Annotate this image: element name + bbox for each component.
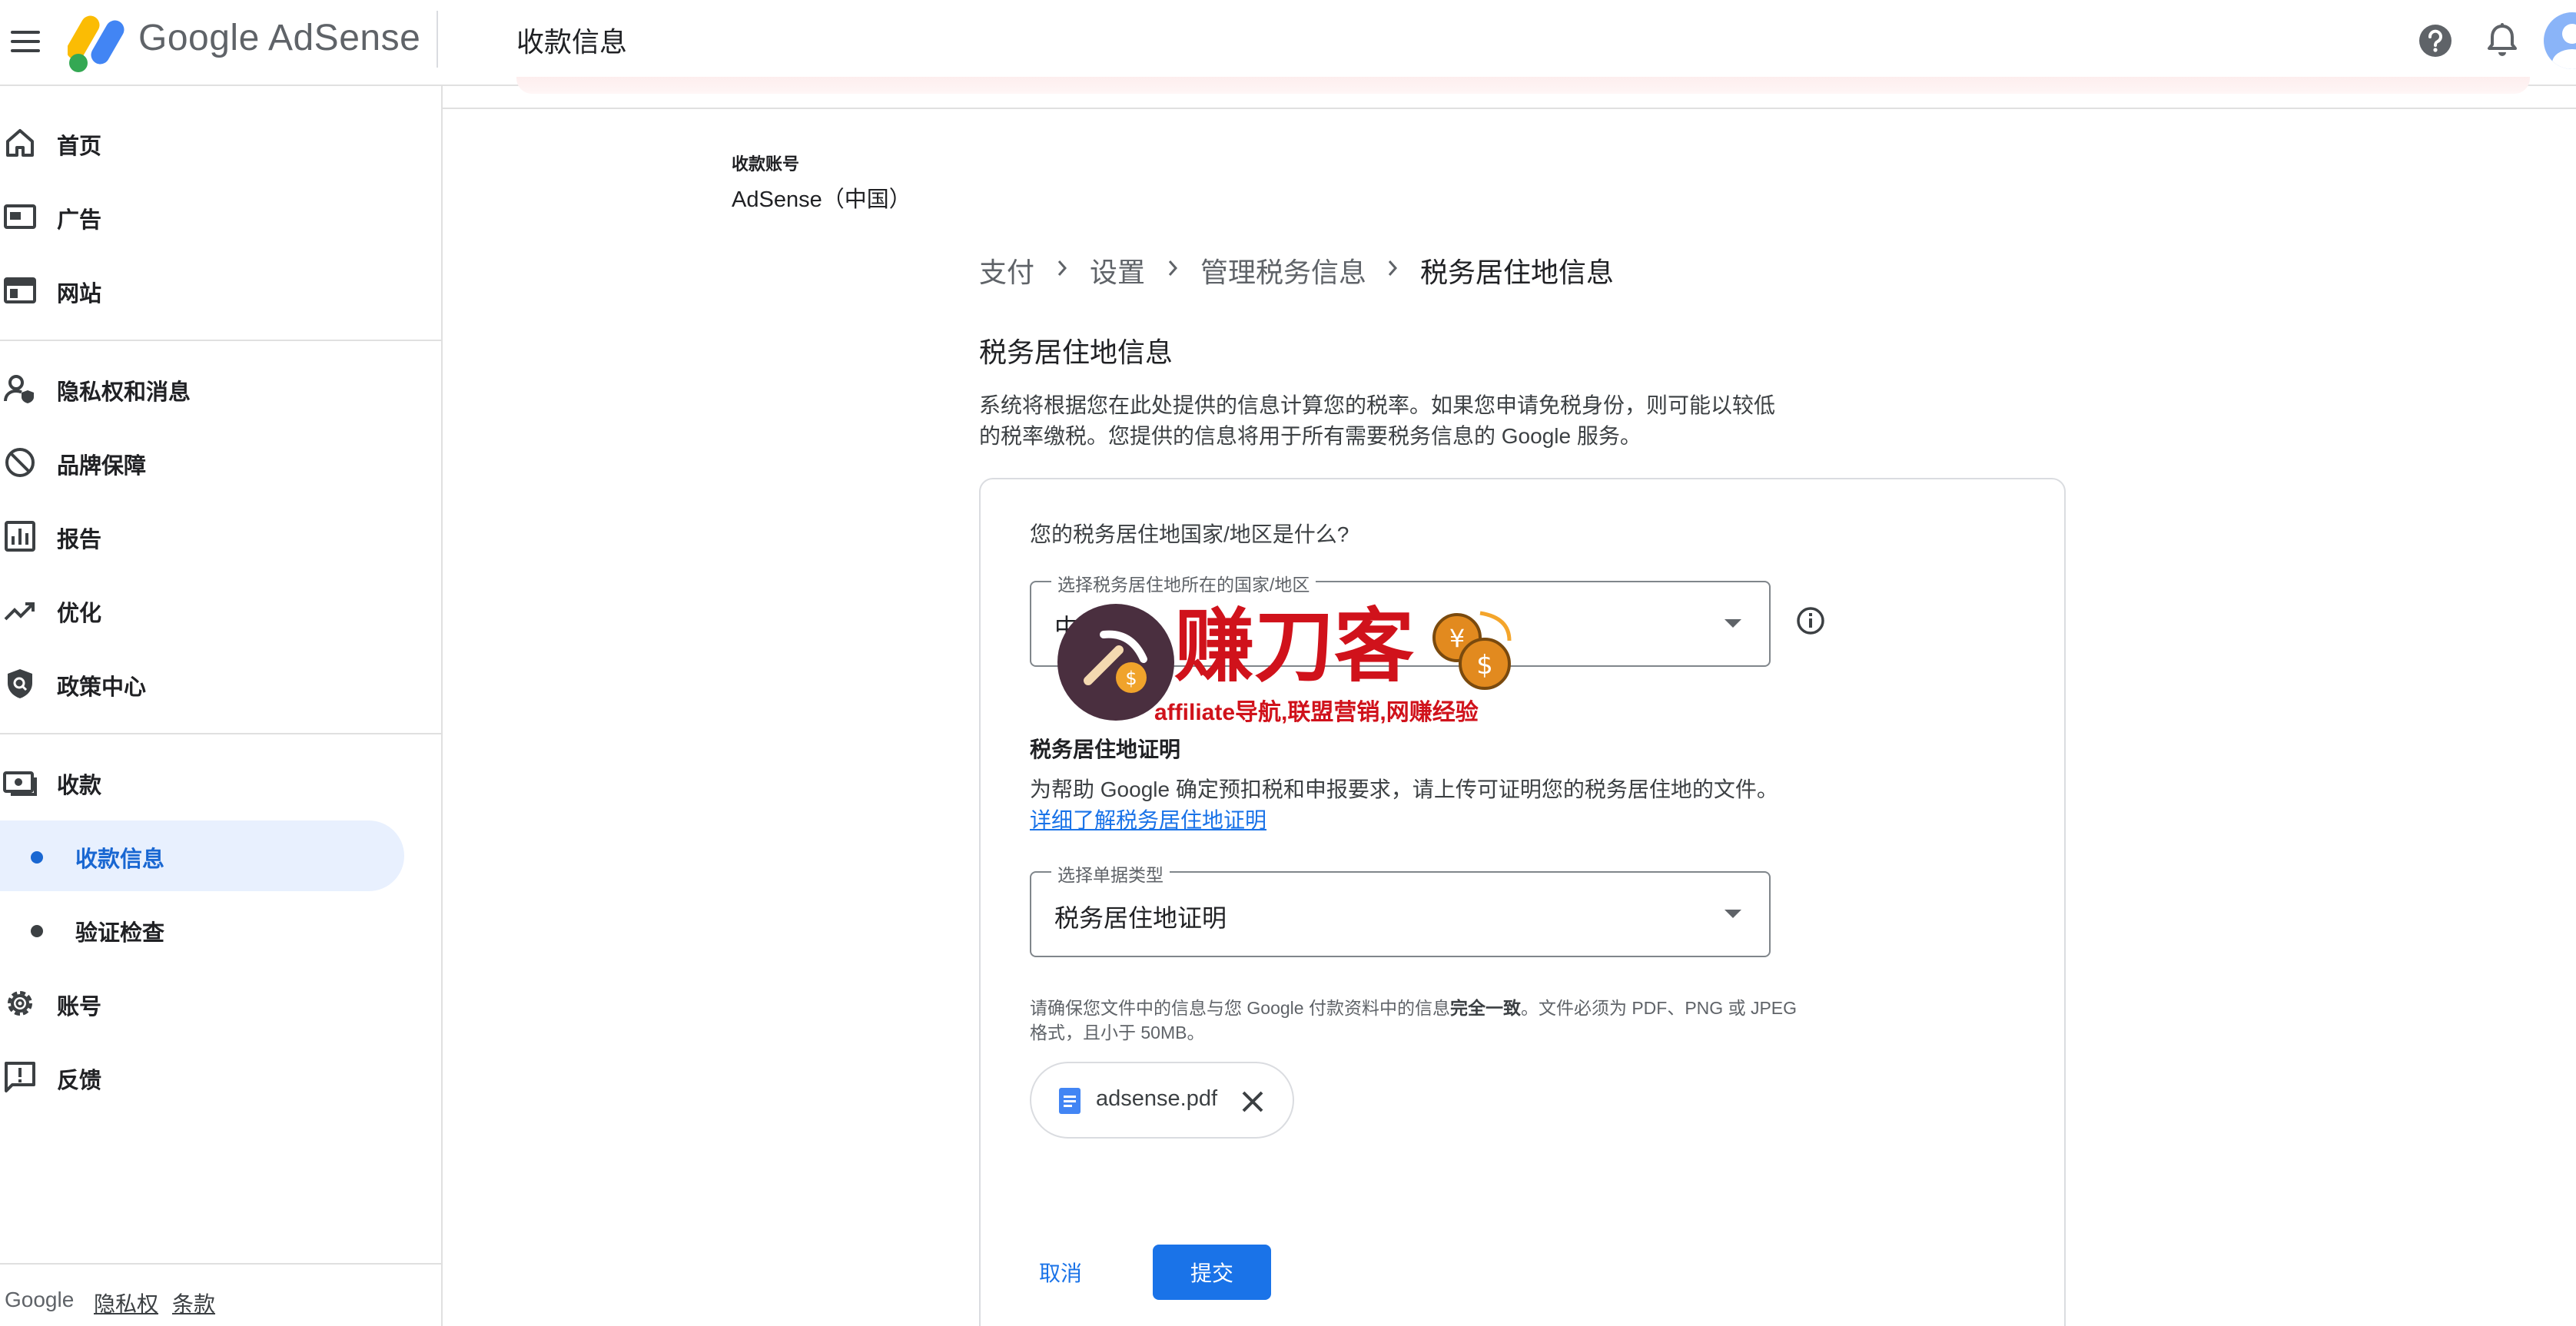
sidebar-item-label: 反馈 <box>57 1069 102 1093</box>
gear-icon <box>8 991 32 1016</box>
breadcrumb-settings[interactable]: 设置 <box>1090 250 1145 290</box>
sidebar-footer: Google 隐私权 条款 <box>0 1263 443 1326</box>
sidebar-item-home[interactable]: 首页 <box>0 108 430 178</box>
dropdown-arrow-icon <box>1725 910 1741 918</box>
home-icon <box>6 129 34 157</box>
footer-privacy-link[interactable]: 隐私权 <box>94 1288 158 1318</box>
payment-account-label: 收款账号 <box>732 154 800 174</box>
file-name: adsense.pdf <box>1096 1086 1218 1111</box>
sidebar-item-privacy[interactable]: 隐私权和消息 <box>0 353 430 424</box>
header-divider <box>437 11 438 68</box>
top-bar: Google AdSense 收款信息 <box>0 0 2576 86</box>
sidebar-item-payments[interactable]: 收款 <box>0 747 430 817</box>
sidebar-item-account[interactable]: 账号 <box>0 968 430 1039</box>
avatar[interactable] <box>2544 12 2576 69</box>
sidebar-item-optimization[interactable]: 优化 <box>0 575 430 645</box>
document-type-value: 税务居住地证明 <box>1054 904 1227 932</box>
document-icon <box>1059 1088 1081 1114</box>
feedback-icon <box>5 1062 35 1092</box>
sidebar-item-ads[interactable]: 广告 <box>0 181 430 252</box>
document-type-select[interactable]: 选择单据类型 税务居住地证明 <box>1030 860 1771 957</box>
notifications-icon[interactable] <box>2485 22 2520 58</box>
account-circle-icon <box>2552 24 2576 69</box>
content-divider <box>443 108 2576 109</box>
info-icon[interactable] <box>1795 605 1826 636</box>
payment-account-value: AdSense（中国） <box>732 187 911 212</box>
block-icon <box>5 448 35 477</box>
cancel-button[interactable]: 取消 <box>1039 1248 1124 1297</box>
active-dot-icon <box>31 851 43 864</box>
chevron-right-icon <box>1057 260 1067 276</box>
sidebar-item-label: 政策中心 <box>57 675 147 700</box>
proof-title: 税务居住地证明 <box>1030 738 1181 761</box>
submit-button[interactable]: 提交 <box>1153 1245 1271 1300</box>
section-description: 系统将根据您在此处提供的信息计算您的税率。如果您申请免税身份，则可能以较低的税率… <box>979 393 1776 448</box>
sidebar-item-reports[interactable]: 报告 <box>0 501 430 572</box>
watermark-subtitle: affiliate导航,联盟营销,网赚经验 <box>1154 700 1479 725</box>
sidebar-item-label: 隐私权和消息 <box>57 380 191 405</box>
breadcrumb-manage-tax[interactable]: 管理税务信息 <box>1200 250 1366 290</box>
sidebar-item-label: 品牌保障 <box>57 454 147 479</box>
dot-icon <box>31 925 43 937</box>
help-icon[interactable] <box>2418 23 2453 58</box>
sidebar-item-label: 优化 <box>57 602 102 626</box>
page-title: 收款信息 <box>516 26 628 58</box>
privacy-icon <box>4 375 34 403</box>
adsense-logo-icon[interactable] <box>68 9 126 74</box>
alert-banner-edge <box>516 77 2530 94</box>
trend-icon <box>4 602 35 621</box>
breadcrumb-current: 税务居住地信息 <box>1420 257 1615 288</box>
file-requirements-note: 请确保您文件中的信息与您 Google 付款资料中的信息完全一致。文件必须为 P… <box>1030 996 1798 1045</box>
note-text: 请确保您文件中的信息与您 Google 付款资料中的信息 <box>1030 998 1450 1018</box>
dropdown-arrow-icon <box>1725 619 1741 628</box>
policy-icon <box>8 669 32 698</box>
note-bold: 完全一致 <box>1449 998 1521 1018</box>
sidebar-item-feedback[interactable]: 反馈 <box>0 1042 430 1112</box>
sidebar-item-payment-info[interactable]: 收款信息 <box>0 820 404 891</box>
chevron-right-icon <box>1388 260 1398 276</box>
sidebar-item-label: 报告 <box>57 528 102 552</box>
report-icon <box>5 521 35 552</box>
sidebar-item-sites[interactable]: 网站 <box>0 255 430 326</box>
sidebar-item-label: 账号 <box>57 995 102 1019</box>
coins-icon: ¥ $ <box>1432 611 1512 690</box>
svg-text:¥: ¥ <box>1449 624 1465 653</box>
country-question: 您的税务居住地国家/地区是什么? <box>1030 522 1349 546</box>
proof-description-text: 为帮助 Google 确定预扣税和申报要求，请上传可证明您的税务居住地的文件。 <box>1030 777 1778 801</box>
document-type-legend: 选择单据类型 <box>1051 860 1170 887</box>
sidebar-item-policy-center[interactable]: 政策中心 <box>0 648 430 719</box>
brand-name[interactable]: Google AdSense <box>138 17 420 59</box>
svg-text:$: $ <box>1476 650 1493 681</box>
sidebar: 首页 广告 网站 隐私权和消息 品牌保障 报告 优化 政策中心 收款 收款信息 <box>0 86 443 1326</box>
svg-text:$: $ <box>1125 668 1137 689</box>
proof-learn-more-link[interactable]: 详细了解税务居住地证明 <box>1030 808 1266 832</box>
sidebar-item-label: 首页 <box>57 134 102 159</box>
footer-terms-link[interactable]: 条款 <box>172 1288 215 1318</box>
sidebar-item-verification[interactable]: 验证检查 <box>0 894 430 965</box>
sidebar-divider <box>0 340 443 341</box>
sites-icon <box>4 277 36 303</box>
sidebar-item-label: 收款信息 <box>75 847 165 872</box>
uploaded-file-chip: adsense.pdf <box>1030 1062 1294 1139</box>
menu-icon[interactable] <box>8 23 46 61</box>
country-select-legend: 选择税务居住地所在的国家/地区 <box>1051 570 1316 596</box>
sidebar-item-label: 收款 <box>57 774 102 798</box>
watermark-title: 赚刀客 <box>1174 598 1415 693</box>
section-title: 税务居住地信息 <box>979 336 1173 368</box>
proof-description: 为帮助 Google 确定预扣税和申报要求，请上传可证明您的税务居住地的文件。详… <box>1030 774 1783 836</box>
payments-icon <box>3 771 37 796</box>
sidebar-item-label: 验证检查 <box>75 921 165 946</box>
sidebar-item-label: 网站 <box>57 282 102 307</box>
footer-google: Google <box>5 1288 75 1311</box>
close-icon[interactable] <box>1237 1086 1268 1117</box>
sidebar-divider <box>0 733 443 734</box>
chevron-right-icon <box>1168 260 1178 276</box>
sidebar-item-brand-safety[interactable]: 品牌保障 <box>0 427 430 498</box>
breadcrumb-payments[interactable]: 支付 <box>979 250 1034 290</box>
sidebar-item-label: 广告 <box>57 208 102 233</box>
ads-icon <box>4 204 36 229</box>
